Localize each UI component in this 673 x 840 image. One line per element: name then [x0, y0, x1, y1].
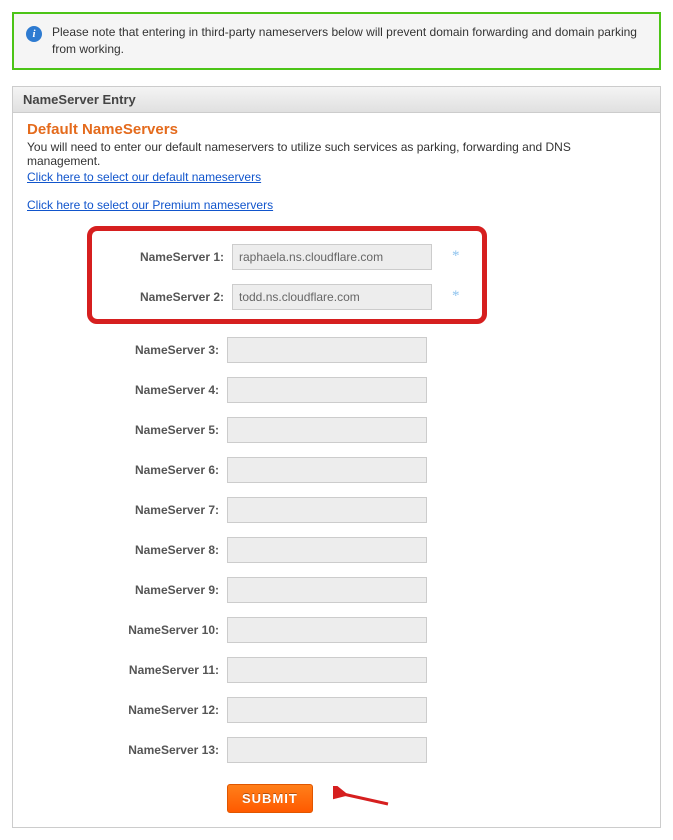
required-asterisk: *	[452, 248, 460, 265]
nameserver-label: NameServer 5:	[97, 423, 227, 437]
nameserver-panel: NameServer Entry Default NameServers You…	[12, 86, 661, 828]
nameserver-2-input[interactable]	[232, 284, 432, 310]
nameserver-5-input[interactable]	[227, 417, 427, 443]
nameserver-12-input[interactable]	[227, 697, 427, 723]
nameserver-row: NameServer 10:	[97, 610, 646, 650]
info-icon: i	[26, 26, 42, 42]
info-banner-text: Please note that entering in third-party…	[52, 24, 647, 58]
link-premium-nameservers[interactable]: Click here to select our Premium nameser…	[27, 198, 273, 212]
nameserver-13-input[interactable]	[227, 737, 427, 763]
nameserver-1-input[interactable]	[232, 244, 432, 270]
nameserver-label: NameServer 7:	[97, 503, 227, 517]
nameserver-row: NameServer 2: *	[102, 277, 472, 317]
nameserver-row: NameServer 7:	[97, 490, 646, 530]
nameserver-row: NameServer 3:	[97, 330, 646, 370]
nameserver-label: NameServer 11:	[97, 663, 227, 677]
nameserver-label: NameServer 10:	[97, 623, 227, 637]
panel-header: NameServer Entry	[13, 87, 660, 113]
nameserver-row: NameServer 8:	[97, 530, 646, 570]
nameserver-label: NameServer 4:	[97, 383, 227, 397]
nameserver-7-input[interactable]	[227, 497, 427, 523]
nameserver-row: NameServer 1: *	[102, 237, 472, 277]
nameserver-row: NameServer 6:	[97, 450, 646, 490]
info-banner: i Please note that entering in third-par…	[12, 12, 661, 70]
section-description: You will need to enter our default names…	[27, 140, 646, 168]
nameserver-form: NameServer 1: * NameServer 2: * NameServ…	[27, 226, 646, 813]
highlight-box: NameServer 1: * NameServer 2: *	[87, 226, 487, 324]
nameserver-label: NameServer 9:	[97, 583, 227, 597]
panel-body: Default NameServers You will need to ent…	[13, 113, 660, 827]
submit-button[interactable]: SUBMIT	[227, 784, 313, 813]
nameserver-row: NameServer 4:	[97, 370, 646, 410]
nameserver-row: NameServer 12:	[97, 690, 646, 730]
nameserver-label: NameServer 2:	[102, 290, 232, 304]
nameserver-4-input[interactable]	[227, 377, 427, 403]
nameserver-label: NameServer 3:	[97, 343, 227, 357]
nameserver-6-input[interactable]	[227, 457, 427, 483]
nameserver-row: NameServer 9:	[97, 570, 646, 610]
nameserver-3-input[interactable]	[227, 337, 427, 363]
nameserver-row: NameServer 5:	[97, 410, 646, 450]
link-default-nameservers[interactable]: Click here to select our default nameser…	[27, 170, 261, 184]
nameserver-8-input[interactable]	[227, 537, 427, 563]
nameserver-label: NameServer 1:	[102, 250, 232, 264]
required-asterisk: *	[452, 288, 460, 305]
nameserver-9-input[interactable]	[227, 577, 427, 603]
nameserver-row: NameServer 13:	[97, 730, 646, 770]
nameserver-row: NameServer 11:	[97, 650, 646, 690]
nameserver-label: NameServer 13:	[97, 743, 227, 757]
nameserver-label: NameServer 6:	[97, 463, 227, 477]
submit-row: SUBMIT	[97, 784, 646, 813]
nameserver-label: NameServer 12:	[97, 703, 227, 717]
nameserver-10-input[interactable]	[227, 617, 427, 643]
arrow-icon	[333, 786, 393, 810]
section-title: Default NameServers	[27, 121, 646, 138]
nameserver-11-input[interactable]	[227, 657, 427, 683]
nameserver-label: NameServer 8:	[97, 543, 227, 557]
